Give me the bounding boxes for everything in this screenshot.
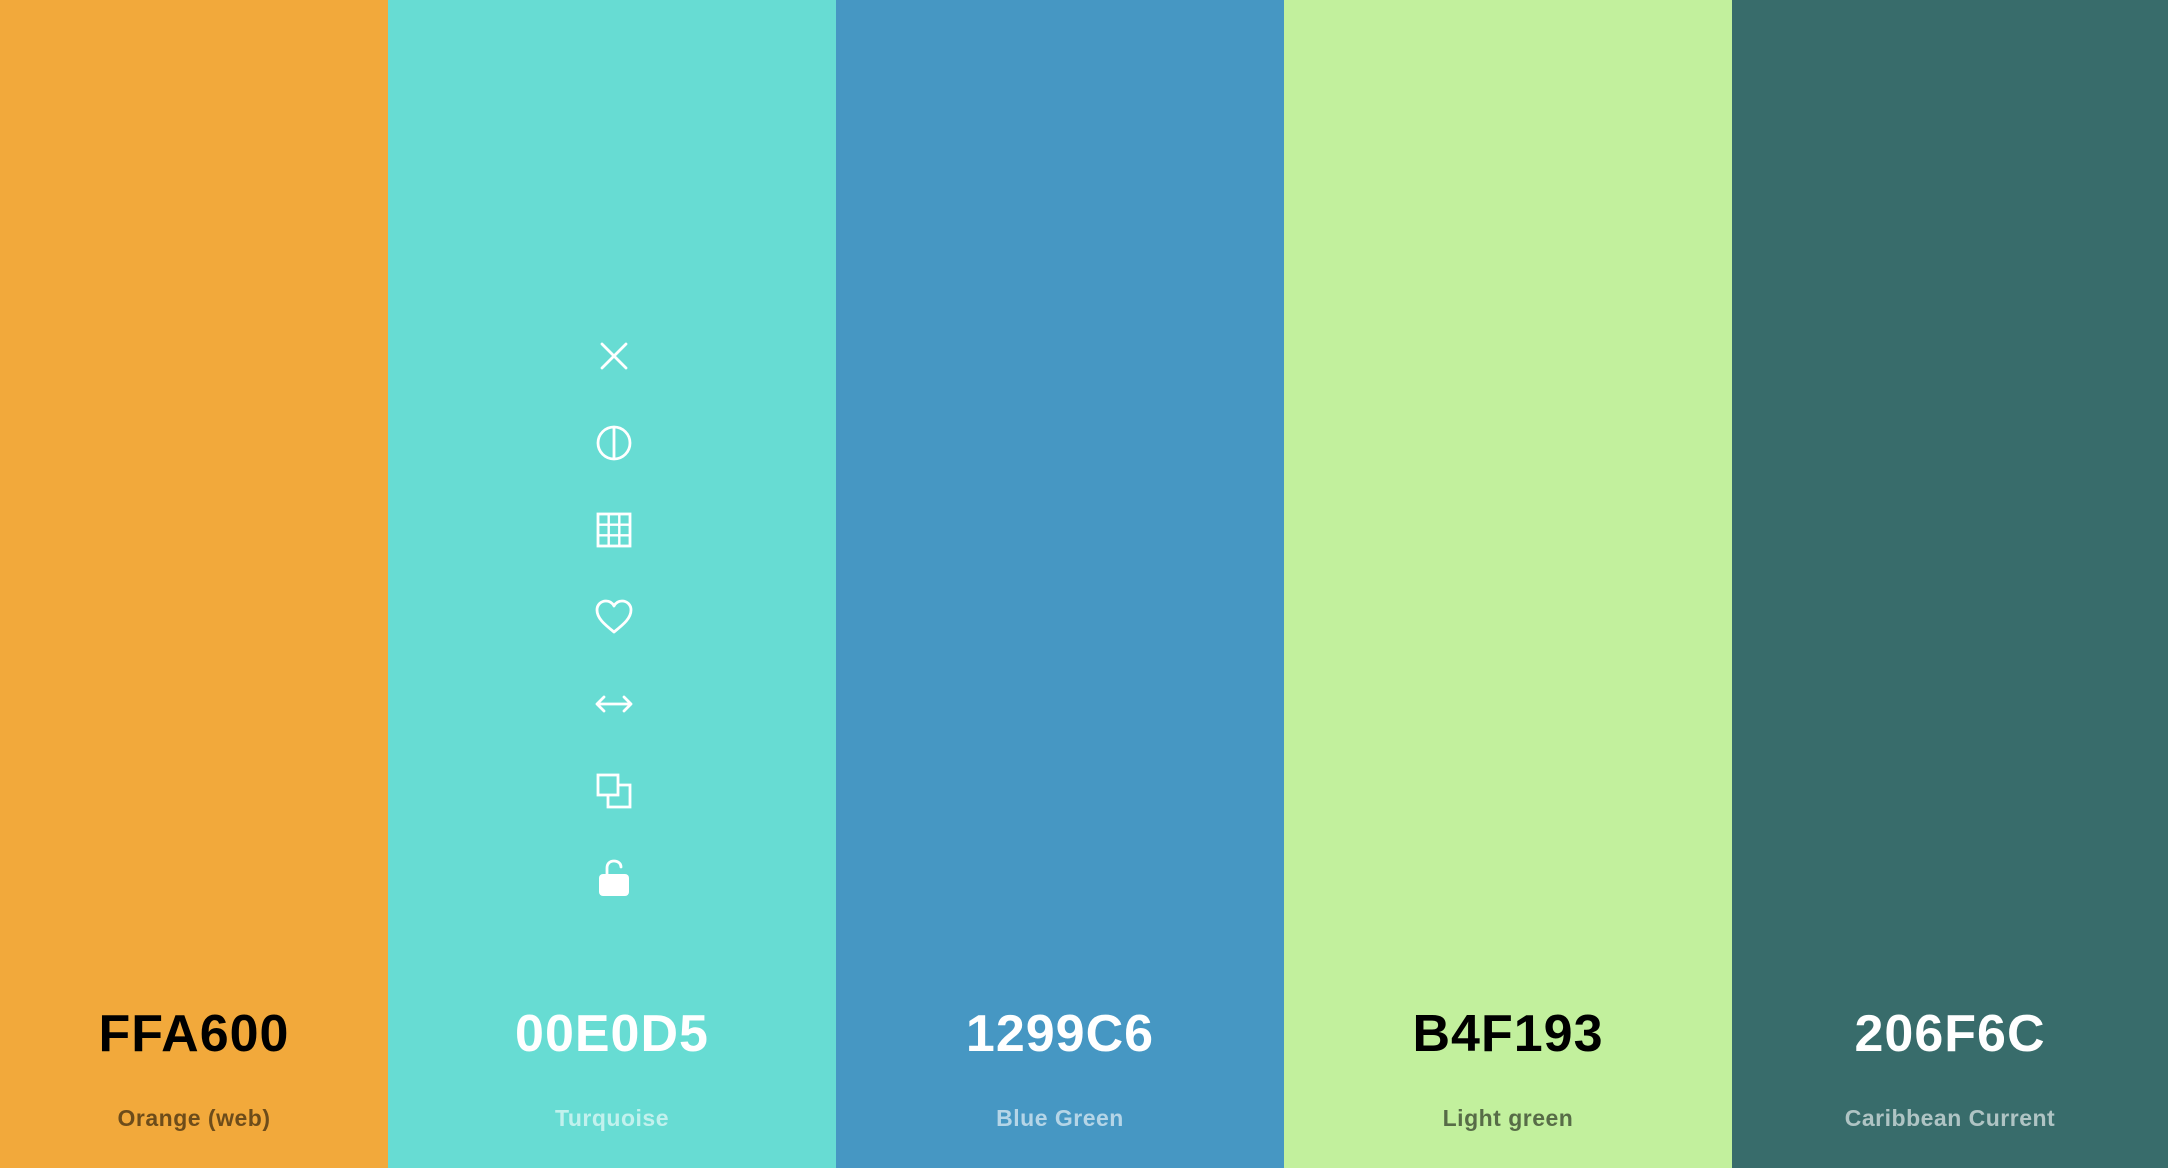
swatch-color-name: Blue Green — [996, 1105, 1124, 1131]
lock-button[interactable] — [588, 852, 640, 904]
remove-color-button[interactable] — [588, 330, 640, 382]
drag-arrows-icon — [595, 695, 633, 713]
swatch-color-name: Caribbean Current — [1844, 1105, 2056, 1131]
swatch-hex-code[interactable]: FFA600 — [0, 1004, 388, 1064]
swatch-color-name: Orange (web) — [117, 1105, 271, 1131]
shades-button[interactable] — [588, 504, 640, 556]
swatch-color-name: Light green — [1442, 1105, 1574, 1131]
swatch-turquoise[interactable]: 00E0D5 Turquoise — [388, 0, 836, 1168]
heart-icon — [595, 599, 633, 634]
swatch-hex-code[interactable]: 206F6C — [1732, 1004, 2168, 1064]
unlock-icon — [599, 859, 629, 896]
grid-icon — [596, 512, 632, 548]
favorite-button[interactable] — [588, 591, 640, 643]
swatch-orange-web[interactable]: FFA600 Orange (web) — [0, 0, 388, 1168]
swatch-hex-code[interactable]: 1299C6 — [836, 1004, 1284, 1064]
swatch-color-name: Turquoise — [555, 1105, 669, 1131]
copy-button[interactable] — [588, 765, 640, 817]
close-icon — [600, 342, 628, 370]
swatch-hex-code[interactable]: B4F193 — [1284, 1004, 1732, 1064]
contrast-button[interactable] — [588, 417, 640, 469]
swatch-hex-code[interactable]: 00E0D5 — [388, 1004, 836, 1064]
swatch-blue-green[interactable]: 1299C6 Blue Green — [836, 0, 1284, 1168]
swatch-light-green[interactable]: B4F193 Light green — [1284, 0, 1732, 1168]
drag-button[interactable] — [588, 678, 640, 730]
contrast-icon — [596, 425, 632, 461]
swatch-caribbean-current[interactable]: 206F6C Caribbean Current — [1732, 0, 2168, 1168]
copy-icon — [596, 773, 632, 809]
color-palette: FFA600 Orange (web) 00E0D5 Turquoise 129… — [0, 0, 2168, 1168]
